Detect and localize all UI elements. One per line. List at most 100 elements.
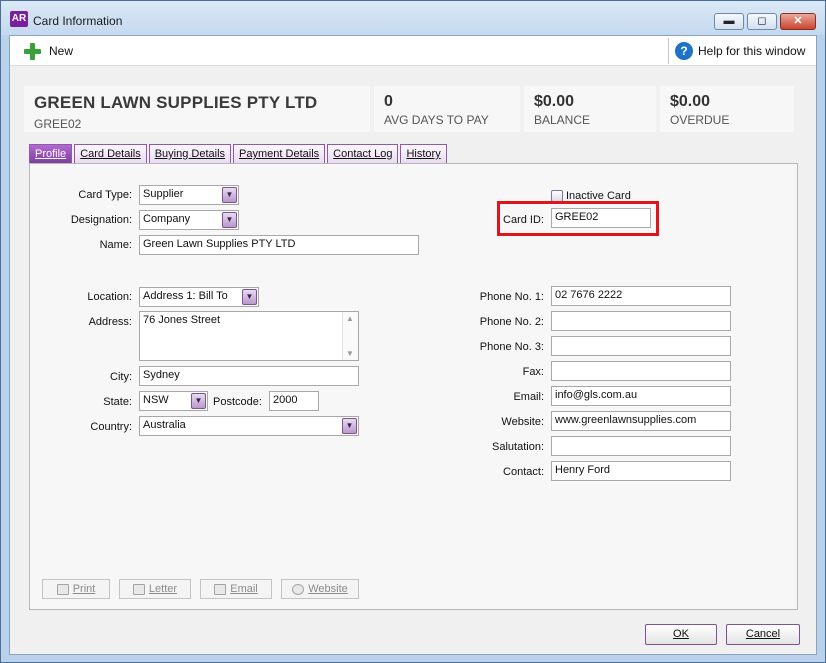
letter-button-label: Letter <box>148 583 178 595</box>
country-label: Country: <box>90 421 132 433</box>
address-label: Address: <box>88 316 132 328</box>
email-field[interactable]: info@gls.com.au <box>551 386 731 406</box>
new-button-label: New <box>49 44 74 58</box>
chevron-down-icon: ▼ <box>342 418 357 434</box>
country-select[interactable]: Australia ▼ <box>139 416 359 436</box>
phone3-field[interactable] <box>551 336 731 356</box>
city-field[interactable]: Sydney <box>139 366 359 386</box>
card-id-field[interactable]: GREE02 <box>551 208 651 228</box>
window-client-area: New ? Help for this window GREEN LAWN SU… <box>9 35 817 655</box>
tab-buying-details[interactable]: Buying Details <box>148 144 232 163</box>
location-select[interactable]: Address 1: Bill To ▼ <box>139 287 259 307</box>
letter-icon <box>132 583 145 595</box>
help-button[interactable]: ? Help for this window <box>668 38 805 64</box>
app-logo-icon: AR <box>10 11 28 27</box>
chevron-down-icon: ▼ <box>222 212 237 228</box>
fax-field[interactable] <box>551 361 731 381</box>
phone2-label: Phone No. 2: <box>479 316 544 328</box>
salutation-field[interactable] <box>551 436 731 456</box>
website-button-label: Website <box>308 583 348 595</box>
website-button[interactable]: Website <box>281 579 359 599</box>
help-icon: ? <box>675 42 693 60</box>
new-button[interactable]: New <box>24 42 73 60</box>
email-button[interactable]: Email <box>200 579 272 599</box>
balance-box: $0.00 BALANCE <box>524 86 656 132</box>
window-title: Card Information <box>33 14 123 28</box>
name-label: Name: <box>99 239 132 251</box>
cancel-button[interactable]: Cancel <box>726 624 800 645</box>
title-bar[interactable]: AR Card Information ▬ ◻ ✕ <box>1 1 825 35</box>
overdue-label: OVERDUE <box>670 113 730 127</box>
chevron-down-icon: ▼ <box>242 289 257 305</box>
contact-field[interactable]: Henry Ford <box>551 461 731 481</box>
card-name-heading: GREEN LAWN SUPPLIES PTY LTD <box>34 93 318 112</box>
card-id-label: Card ID: <box>503 214 544 226</box>
help-button-label: Help for this window <box>698 44 806 58</box>
print-button[interactable]: Print <box>42 579 110 599</box>
designation-value: Company <box>143 213 191 225</box>
postcode-label: Postcode: <box>213 396 262 408</box>
plus-icon <box>24 42 41 60</box>
state-value: NSW <box>143 394 169 406</box>
chevron-down-icon: ▼ <box>191 393 206 409</box>
toolbar: New ? Help for this window <box>10 36 816 66</box>
balance-value: $0.00 <box>534 93 575 110</box>
card-summary: GREEN LAWN SUPPLIES PTY LTD GREE02 0 AVG… <box>24 86 794 132</box>
salutation-label: Salutation: <box>492 441 544 453</box>
envelope-icon <box>214 583 227 595</box>
contact-label: Contact: <box>503 466 544 478</box>
address-scrollbar[interactable]: ▲ ▼ <box>342 312 358 360</box>
card-id-subtitle: GREE02 <box>34 117 82 131</box>
name-field[interactable]: Green Lawn Supplies PTY LTD <box>139 235 419 255</box>
website-field[interactable]: www.greenlawnsupplies.com <box>551 411 731 431</box>
designation-select[interactable]: Company ▼ <box>139 210 239 230</box>
globe-icon <box>292 583 305 595</box>
email-button-label: Email <box>230 583 258 595</box>
email-label: Email: <box>513 391 544 403</box>
state-select[interactable]: NSW ▼ <box>139 391 208 411</box>
avg-days-box: 0 AVG DAYS TO PAY <box>374 86 520 132</box>
phone2-field[interactable] <box>551 311 731 331</box>
card-type-value: Supplier <box>143 188 184 200</box>
overdue-box: $0.00 OVERDUE <box>660 86 794 132</box>
location-label: Location: <box>87 291 132 303</box>
card-type-label: Card Type: <box>78 189 132 201</box>
summary-name-box: GREEN LAWN SUPPLIES PTY LTD GREE02 <box>24 86 370 132</box>
profile-panel: Card Type: Supplier ▼ Designation: Compa… <box>29 163 798 610</box>
website-label: Website: <box>501 416 544 428</box>
designation-label: Designation: <box>70 214 132 226</box>
phone1-label: Phone No. 1: <box>479 291 544 303</box>
print-button-label: Print <box>72 583 96 595</box>
chevron-down-icon: ▼ <box>222 187 237 203</box>
printer-icon <box>56 583 69 595</box>
tab-card-details[interactable]: Card Details <box>74 144 147 163</box>
scroll-down-icon: ▼ <box>346 349 354 358</box>
card-type-select[interactable]: Supplier ▼ <box>139 185 239 205</box>
country-value: Australia <box>143 419 186 431</box>
card-information-window: AR Card Information ▬ ◻ ✕ New ? Help for… <box>0 0 826 663</box>
avg-days-label: AVG DAYS TO PAY <box>384 113 489 127</box>
tab-history[interactable]: History <box>400 144 447 163</box>
tab-profile[interactable]: Profile <box>29 144 73 163</box>
scroll-up-icon: ▲ <box>346 314 354 323</box>
city-label: City: <box>110 371 132 383</box>
avg-days-value: 0 <box>384 93 393 110</box>
letter-button[interactable]: Letter <box>119 579 191 599</box>
address-textarea[interactable]: 76 Jones Street ▲ ▼ <box>139 311 359 361</box>
minimize-button[interactable]: ▬ <box>714 13 744 30</box>
tab-payment-details[interactable]: Payment Details <box>233 144 326 163</box>
overdue-value: $0.00 <box>670 93 711 110</box>
maximize-button[interactable]: ◻ <box>747 13 777 30</box>
phone3-label: Phone No. 3: <box>479 341 544 353</box>
postcode-field[interactable]: 2000 <box>269 391 319 411</box>
ok-button[interactable]: OK <box>645 624 717 645</box>
balance-label: BALANCE <box>534 113 591 127</box>
close-button[interactable]: ✕ <box>780 13 816 30</box>
tab-bar: Profile Card Details Buying Details Paym… <box>29 144 447 163</box>
fax-label: Fax: <box>522 366 544 378</box>
location-value: Address 1: Bill To <box>143 290 228 302</box>
address-value: 76 Jones Street <box>143 314 221 326</box>
tab-contact-log[interactable]: Contact Log <box>327 144 399 163</box>
phone1-field[interactable]: 02 7676 2222 <box>551 286 731 306</box>
state-label: State: <box>103 396 132 408</box>
